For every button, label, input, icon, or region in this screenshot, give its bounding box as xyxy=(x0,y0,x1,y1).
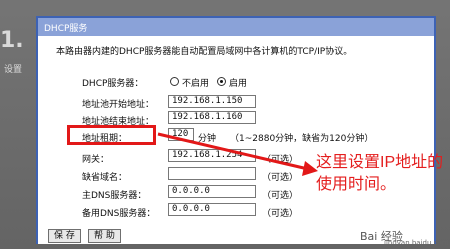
annotation-arrow xyxy=(157,132,318,176)
help-button[interactable]: 帮 助 xyxy=(88,229,121,243)
watermark-url: jingyan.baidu.com xyxy=(384,239,449,247)
save-button[interactable]: 保 存 xyxy=(48,229,81,243)
arrow-line xyxy=(157,132,309,171)
annotation-text: 这里设置IP地址的使用时间。 xyxy=(316,154,444,193)
